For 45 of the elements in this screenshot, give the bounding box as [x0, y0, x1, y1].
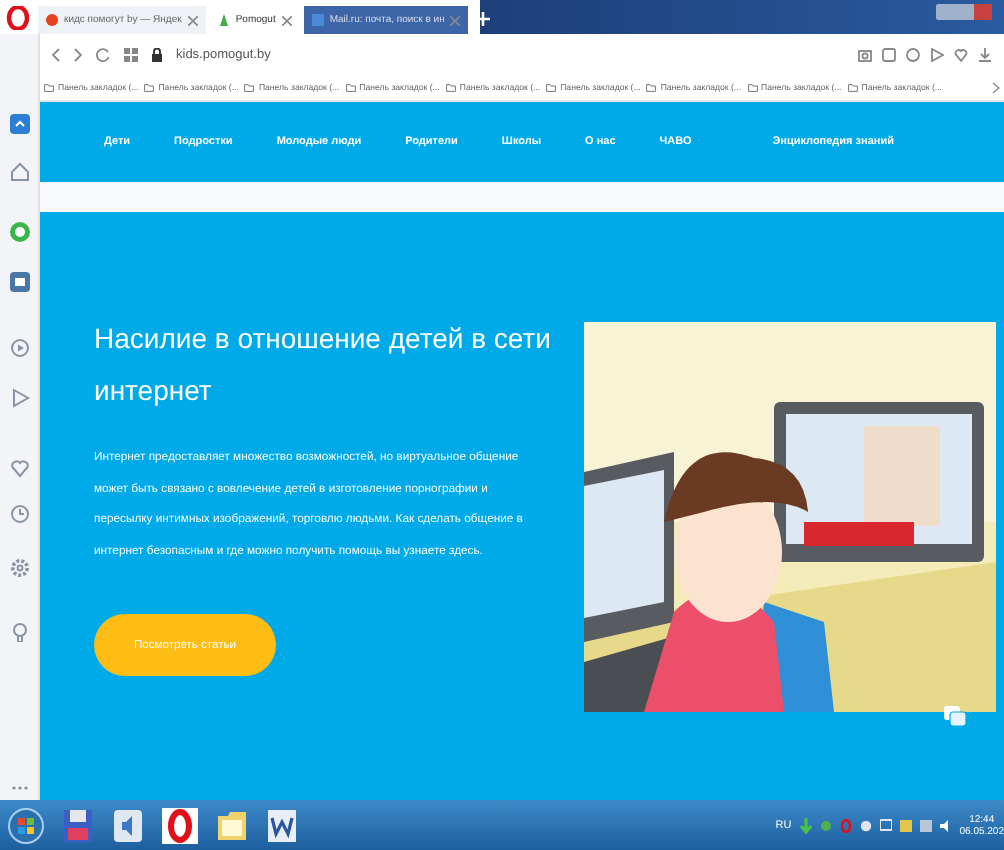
new-tab-icon[interactable] — [476, 12, 491, 26]
camera-icon[interactable] — [858, 47, 872, 61]
tab-favicon — [217, 14, 230, 26]
folder-icon — [144, 83, 155, 91]
opera-icon[interactable] — [162, 807, 198, 843]
bulb-icon[interactable] — [9, 622, 29, 642]
grid-icon[interactable] — [124, 47, 138, 61]
opera-icon[interactable] — [6, 6, 30, 30]
home-icon[interactable] — [9, 162, 29, 182]
heart-icon[interactable] — [9, 458, 29, 478]
more-icon[interactable] — [992, 81, 1000, 93]
start-icon[interactable] — [8, 807, 44, 843]
triangle-icon[interactable] — [9, 388, 29, 408]
play-circle-icon[interactable] — [9, 338, 29, 358]
folder-icon — [445, 83, 456, 91]
chat-icon[interactable] — [944, 706, 966, 728]
close-icon[interactable] — [281, 15, 292, 25]
hero-heading: Насилие в отношение детей в сети интернет — [94, 320, 553, 410]
word-document-icon[interactable] — [266, 807, 298, 843]
clock-icon[interactable] — [9, 504, 29, 524]
forward-icon[interactable] — [74, 47, 82, 61]
folder-icon — [847, 83, 858, 91]
folder-icon[interactable] — [216, 807, 248, 843]
send-icon[interactable] — [930, 47, 944, 61]
whatsapp-icon[interactable] — [9, 222, 29, 242]
reload-icon[interactable] — [96, 47, 110, 61]
close-icon[interactable] — [187, 15, 198, 25]
heart-icon[interactable] — [954, 47, 968, 61]
tab-favicon — [46, 14, 58, 26]
download-icon[interactable] — [978, 47, 992, 61]
folder-icon — [345, 83, 356, 91]
speaker-icon[interactable] — [112, 807, 144, 843]
folder-icon — [546, 83, 557, 91]
volume-icon[interactable] — [939, 817, 952, 833]
tab-favicon — [311, 14, 324, 26]
back-icon[interactable] — [52, 47, 60, 61]
folder-icon — [747, 83, 758, 91]
folder-icon — [244, 83, 255, 91]
arrow-icon[interactable] — [799, 817, 812, 833]
folder-icon — [44, 83, 54, 91]
monitor-icon[interactable] — [879, 817, 892, 833]
folder-icon — [646, 83, 657, 91]
lock-icon[interactable] — [152, 47, 162, 61]
gear-icon[interactable] — [9, 558, 29, 578]
window-controls-icon[interactable] — [936, 4, 992, 20]
